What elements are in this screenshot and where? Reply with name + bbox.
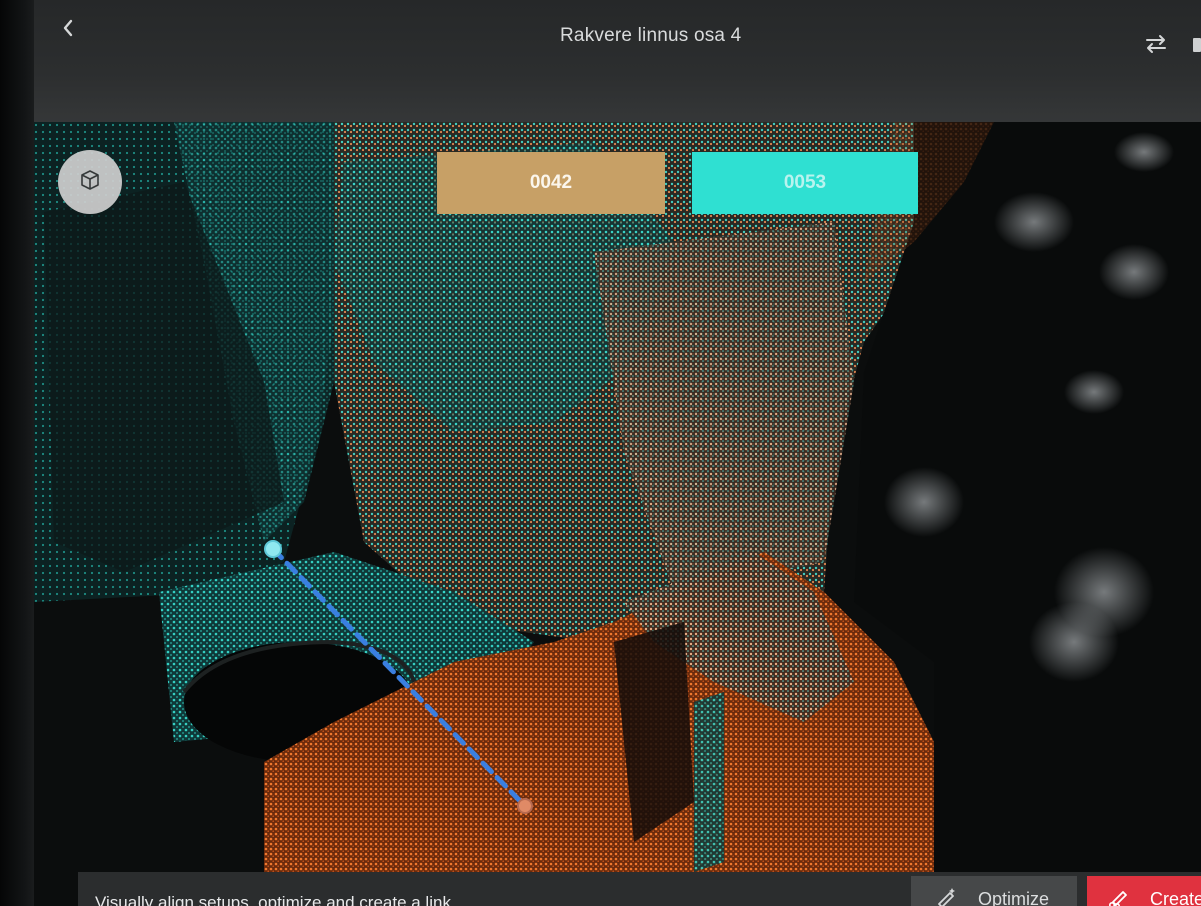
pencil-magic-icon <box>935 886 957 906</box>
create-link-button[interactable]: Create <box>1087 876 1201 906</box>
create-label: Create <box>1150 889 1201 906</box>
back-button[interactable] <box>52 14 84 46</box>
link-handle-start <box>264 540 282 558</box>
setup-chip-0053[interactable]: 0053 <box>692 152 918 214</box>
instruction-text: Visually align setups, optimize and crea… <box>95 893 451 906</box>
link-handle-end <box>517 798 533 814</box>
optimize-label: Optimize <box>978 889 1050 906</box>
point-cloud-canvas[interactable] <box>34 122 1201 906</box>
swap-setups-button[interactable] <box>1140 32 1172 60</box>
partial-toolbar-button[interactable] <box>1193 38 1201 52</box>
cube-icon <box>79 169 101 196</box>
page-title: Rakvere linnus osa 4 <box>560 25 742 46</box>
link-pencil-icon <box>1107 886 1129 906</box>
device-bezel <box>0 0 34 906</box>
setup-chip-0042[interactable]: 0042 <box>437 152 665 214</box>
optimize-button[interactable]: Optimize <box>911 876 1077 906</box>
view-cube-button[interactable] <box>58 150 122 214</box>
app-window: Rakvere linnus osa 4 0042 0053 Visually … <box>0 0 1201 906</box>
point-cloud-viewport[interactable] <box>34 122 1201 906</box>
chevron-left-icon <box>61 18 75 43</box>
top-bar <box>34 0 1201 122</box>
swap-arrows-icon <box>1143 33 1169 60</box>
